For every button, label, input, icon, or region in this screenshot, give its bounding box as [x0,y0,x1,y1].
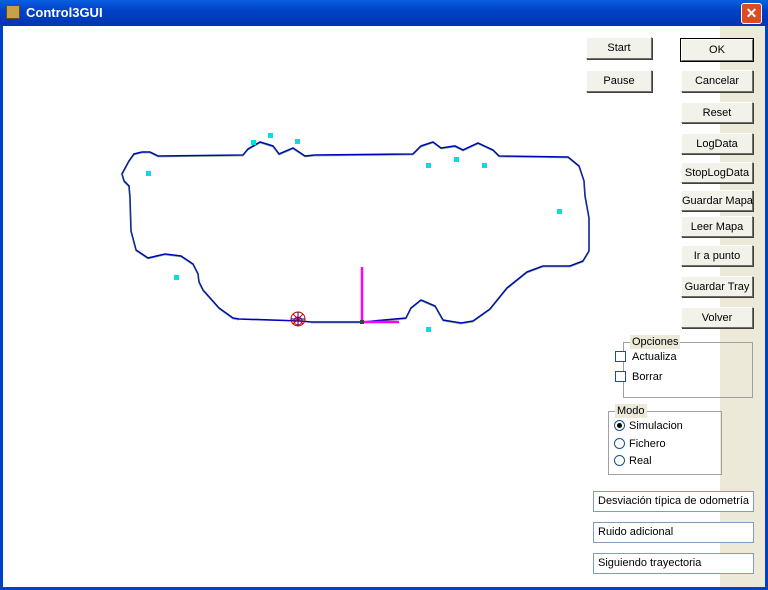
window-title: Control3GUI [26,5,103,20]
ir-a-punto-button[interactable]: Ir a punto [681,245,753,266]
opciones-group-title: Opciones [630,335,681,349]
landmark [251,140,256,145]
landmark [146,171,151,176]
trajectory-path [121,141,590,324]
actualiza-label: Actualiza [632,351,677,363]
landmarks [146,133,562,332]
odometry-deviation-field[interactable]: Desviación típica de odometría [593,491,754,512]
app-icon [6,5,20,19]
cancelar-button[interactable]: Cancelar [681,70,753,92]
borrar-label: Borrar [632,371,663,383]
borrar-checkbox[interactable] [615,371,626,382]
landmark [268,133,273,138]
modo-group-title: Modo [615,404,647,418]
landmark [426,327,431,332]
ok-button[interactable]: OK [680,38,754,62]
actualiza-checkbox[interactable] [615,351,626,362]
landmark [174,275,179,280]
simulacion-label: Simulacion [629,420,683,432]
simulacion-radio[interactable] [614,420,625,431]
logdata-button[interactable]: LogData [681,133,753,154]
landmark [454,157,459,162]
robot-axis [360,267,399,324]
landmark [426,163,431,168]
reset-button[interactable]: Reset [681,102,753,123]
fichero-radio[interactable] [614,438,625,449]
trajectory-status-field[interactable]: Siguiendo trayectoria [593,553,754,574]
landmark [482,163,487,168]
stoplogdata-button[interactable]: StopLogData [681,162,753,183]
fichero-label: Fichero [629,438,666,450]
start-button[interactable]: Start [586,37,652,59]
landmark [295,139,300,144]
close-button[interactable]: ✕ [741,3,762,24]
title-bar: Control3GUI ✕ [0,0,768,26]
real-radio[interactable] [614,455,625,466]
trajectory-path-shadow [121,142,590,325]
guardar-tray-button[interactable]: Guardar Tray [681,276,753,297]
guardar-mapa-button[interactable]: Guardar Mapa [681,190,753,211]
real-label: Real [629,455,652,467]
volver-button[interactable]: Volver [681,307,753,328]
additional-noise-field[interactable]: Ruido adicional [593,522,754,543]
leer-mapa-button[interactable]: Leer Mapa [681,216,753,237]
pause-button[interactable]: Pause [586,70,652,92]
landmark [557,209,562,214]
robot-icon [290,311,306,327]
